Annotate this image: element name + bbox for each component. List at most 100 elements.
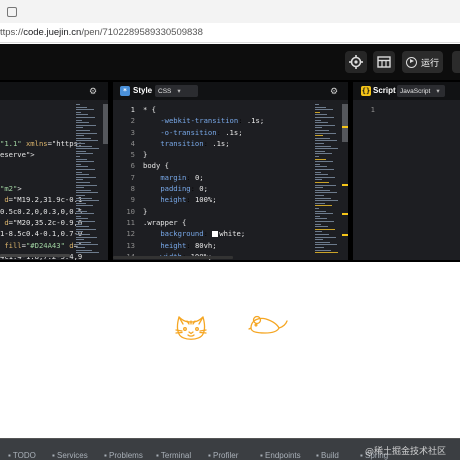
minimap-line	[315, 234, 329, 235]
url-text[interactable]: ttps://code.juejin.cn/pen/71022895893305…	[0, 27, 203, 38]
chevron-down-icon: ▾	[177, 88, 181, 95]
minimap-line	[315, 122, 328, 124]
css-horizontal-scrollbar[interactable]	[113, 256, 233, 259]
css-code[interactable]: * { -webkit-transition: .1s; -o-transiti…	[143, 104, 264, 260]
status-bar-item[interactable]: ▪ Build	[316, 451, 339, 460]
minimap-line	[315, 163, 320, 165]
js-language-select[interactable]: JavaScript ▾	[397, 85, 445, 97]
minimap-line	[315, 124, 335, 126]
minimap-line	[315, 132, 336, 134]
minimap-line	[315, 174, 328, 176]
minimap-line	[315, 150, 325, 152]
minimap-line	[315, 111, 320, 113]
minimap-line	[315, 208, 319, 209]
minimap-line	[315, 148, 338, 150]
minimap-line	[315, 244, 337, 246]
layout-button[interactable]	[373, 51, 395, 73]
minimap-line	[315, 156, 319, 157]
url-host: code.juejin.cn	[23, 27, 82, 38]
minimap-line	[315, 197, 331, 199]
minimap-line	[76, 161, 94, 163]
html-panel[interactable]: ⚙ "1.1" xmlns="https: eserve"> "m2"> d="M…	[0, 82, 108, 260]
minimap-line	[315, 169, 334, 170]
minimap-line	[76, 169, 95, 170]
minimap-line	[76, 106, 87, 108]
css-code-line: .wrapper {	[143, 217, 187, 227]
status-bar-item[interactable]: ▪ TODO	[8, 451, 36, 460]
minimap-line	[315, 252, 338, 254]
css-code-line: padding: 0;	[160, 184, 208, 194]
minimap-line	[315, 143, 324, 144]
mouse-icon	[247, 314, 289, 341]
settings-button[interactable]	[345, 51, 367, 73]
css-code-line: }	[143, 206, 148, 216]
chevron-down-icon: ▾	[436, 88, 440, 95]
status-bar-item[interactable]: ▪ Profiler	[208, 451, 238, 460]
html-horizontal-scrollbar[interactable]	[0, 254, 70, 257]
url-path: /pen/7102289589330509838	[81, 27, 203, 38]
minimap-line	[76, 104, 80, 105]
address-bar[interactable]: ttps://code.juejin.cn/pen/71022895893305…	[0, 23, 460, 43]
css-scroll-marker	[342, 126, 348, 128]
minimap-line	[76, 234, 90, 235]
minimap-line	[315, 145, 331, 147]
css-code-line: transition: .1s;	[160, 138, 230, 148]
html-code-line	[0, 115, 82, 126]
minimap-line	[76, 223, 82, 225]
minimap-line	[76, 150, 86, 152]
status-bar-item[interactable]: ▪ Terminal	[156, 451, 191, 460]
status-bar-item[interactable]: ▪ Problems	[104, 451, 143, 460]
minimap-line	[76, 143, 85, 144]
js-badge-icon: {}	[361, 86, 371, 96]
minimap-line	[76, 109, 94, 111]
minimap-line	[315, 106, 326, 108]
minimap-line	[76, 148, 99, 150]
html-panel-header: ⚙	[0, 82, 108, 100]
minimap-line	[315, 218, 327, 220]
run-button[interactable]: 运行	[402, 51, 443, 73]
js-panel[interactable]: {} Script JavaScript ▾ 1	[353, 82, 460, 260]
minimap-line	[76, 231, 83, 233]
minimap-line	[76, 210, 87, 212]
minimap-line	[315, 195, 324, 196]
minimap-line	[76, 200, 99, 202]
minimap-line	[76, 195, 85, 196]
html-code-line	[0, 160, 82, 171]
css-scroll-marker	[342, 184, 348, 186]
editor-toolbar: 运行	[0, 44, 460, 80]
html-code[interactable]: "1.1" xmlns="https: eserve"> "m2"> d="M19…	[0, 104, 82, 260]
minimap-line	[315, 189, 330, 191]
html-scrollbar[interactable]	[103, 104, 108, 144]
play-icon	[406, 56, 417, 68]
js-panel-header: {} Script JavaScript ▾	[353, 82, 460, 100]
line-number: 10	[126, 206, 135, 216]
minimap-line	[76, 189, 91, 191]
css-line-numbers: 1234567891011121314151617	[113, 104, 135, 260]
line-number: 1	[130, 105, 135, 114]
minimap-line	[76, 228, 96, 230]
html-code-line	[0, 104, 82, 115]
minimap-line	[315, 171, 321, 173]
share-button[interactable]	[452, 51, 460, 73]
css-code-line: height: 80vh;	[160, 240, 217, 250]
status-bar-item[interactable]: ▪ Services	[52, 451, 88, 460]
html-code-line: "1.1" xmlns="https:	[0, 138, 83, 148]
html-settings-icon[interactable]: ⚙	[89, 85, 97, 97]
minimap-line	[315, 205, 332, 207]
minimap-line	[76, 156, 80, 157]
minimap-line	[76, 215, 81, 217]
css-settings-icon[interactable]: ⚙	[330, 85, 338, 97]
preview-area	[0, 262, 460, 438]
minimap-line	[76, 252, 99, 254]
minimap-line	[76, 202, 86, 204]
minimap-line	[315, 239, 323, 241]
minimap-line	[76, 213, 94, 215]
css-scrollbar[interactable]	[342, 104, 348, 142]
line-number: 13	[126, 240, 135, 250]
minimap-line	[76, 174, 89, 176]
minimap-line	[76, 244, 98, 246]
css-language-select[interactable]: CSS ▾	[155, 85, 198, 97]
status-bar-item[interactable]: ▪ Endpoints	[260, 451, 301, 460]
html-code-line: "m2">	[0, 184, 22, 194]
css-panel[interactable]: * Style CSS▾ ⚙ 1234567891011121314151617…	[113, 82, 348, 260]
